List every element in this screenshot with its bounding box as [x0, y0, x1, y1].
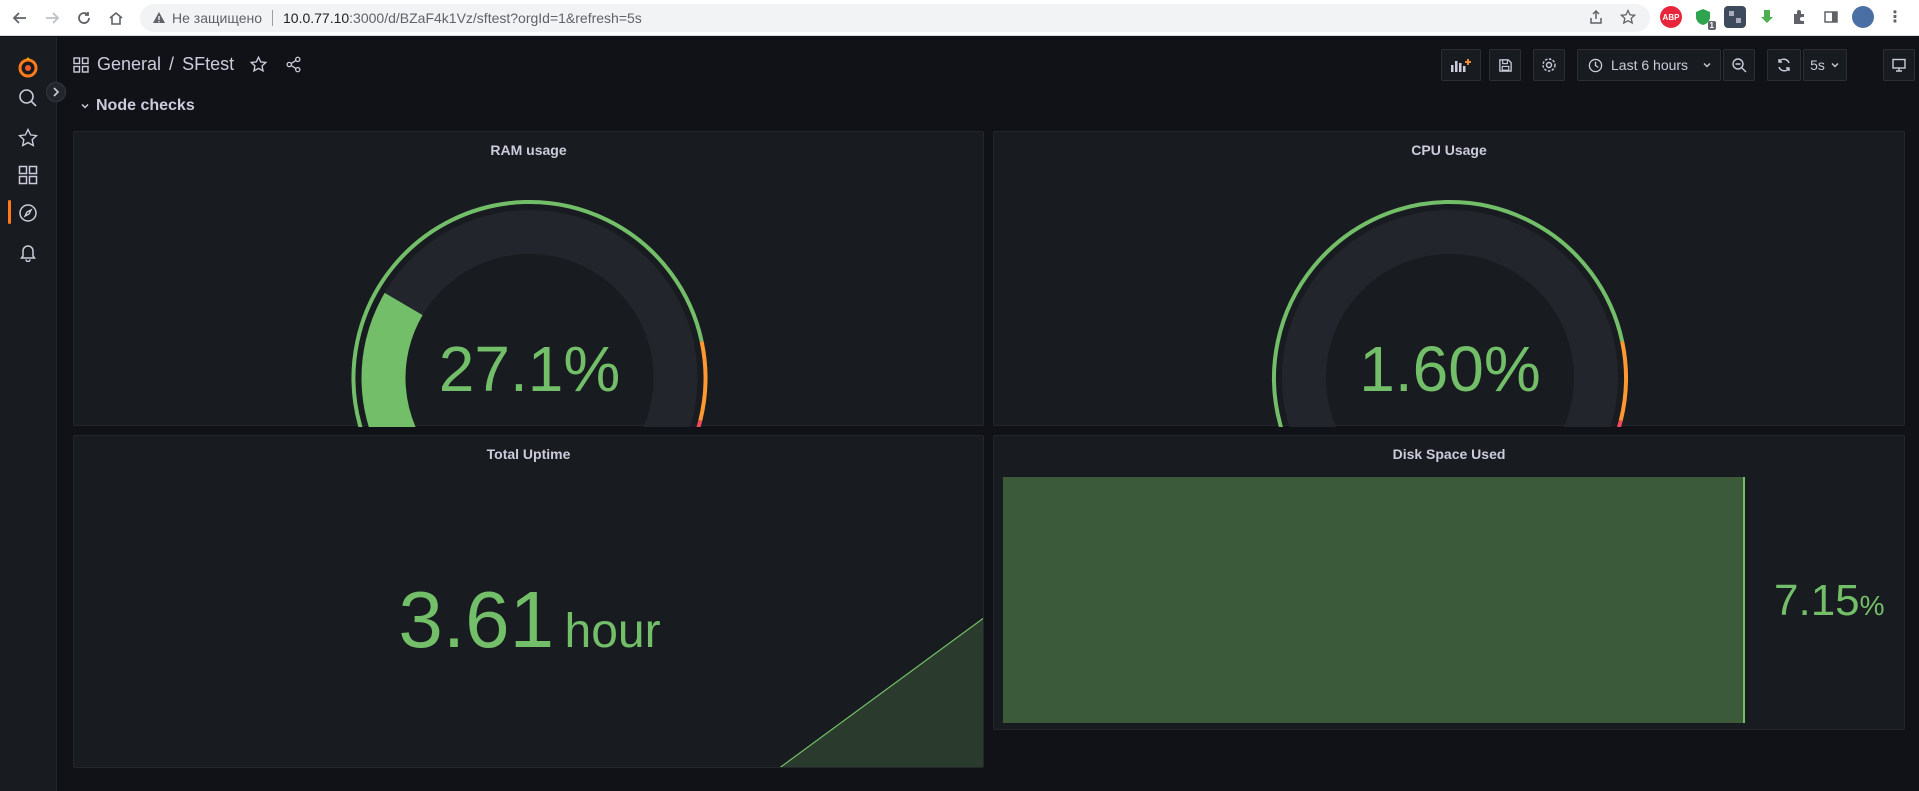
- disk-value-group: 7.15%: [1774, 576, 1885, 626]
- refresh-interval-picker[interactable]: 5s: [1803, 49, 1847, 81]
- favorite-star-icon[interactable]: [250, 56, 268, 73]
- chevron-down-icon: [1831, 63, 1839, 68]
- back-icon[interactable]: [6, 4, 34, 32]
- dashboard-settings-button[interactable]: [1533, 49, 1565, 81]
- browser-toolbar: Не защищено 10.0.77.10 :3000/d/BZaF4k1Vz…: [0, 0, 1919, 36]
- disk-bar-gauge: [1003, 477, 1745, 723]
- uptime-unit: hour: [564, 605, 661, 658]
- chevron-down-icon: [81, 103, 89, 109]
- cpu-usage-panel[interactable]: CPU Usage 1.60%: [993, 131, 1905, 427]
- address-bar[interactable]: Не защищено 10.0.77.10 :3000/d/BZaF4k1Vz…: [140, 4, 1650, 32]
- profile-avatar[interactable]: [1852, 6, 1874, 28]
- disk-value: 7.15: [1774, 576, 1860, 625]
- bookmark-star-icon[interactable]: [1620, 9, 1636, 25]
- breadcrumb: General / SFtest: [73, 54, 302, 75]
- url-host: 10.0.77.10: [283, 10, 350, 26]
- puzzle-grid-extension[interactable]: [1724, 6, 1746, 28]
- side-panel-icon: [1824, 11, 1838, 23]
- refresh-interval-label: 5s: [1810, 57, 1825, 73]
- forward-icon[interactable]: [38, 4, 66, 32]
- gear-icon: [1542, 58, 1556, 72]
- save-icon: [1498, 58, 1512, 72]
- save-dashboard-button[interactable]: [1489, 49, 1521, 81]
- ram-value: 27.1%: [438, 333, 621, 405]
- extension-badge: 1: [1707, 21, 1716, 30]
- security-label: Не защищено: [172, 10, 262, 26]
- download-arrow-icon: [1761, 10, 1773, 23]
- share-dashboard-icon[interactable]: [285, 56, 302, 73]
- add-panel-button[interactable]: [1441, 49, 1481, 81]
- alerting-bell-icon[interactable]: [14, 238, 42, 266]
- row-title: Node checks: [96, 97, 195, 114]
- insecure-warning[interactable]: Не защищено: [152, 10, 262, 26]
- extensions-menu[interactable]: [1788, 6, 1810, 28]
- explore-compass-icon[interactable]: [14, 199, 42, 227]
- url-divider: [272, 10, 273, 26]
- refresh-button[interactable]: [1767, 49, 1801, 81]
- warning-icon: [153, 12, 165, 23]
- home-icon[interactable]: [102, 4, 130, 32]
- row-header[interactable]: Node checks: [80, 97, 195, 115]
- disk-space-panel[interactable]: Disk Space Used 7.15%: [993, 435, 1905, 730]
- adblock-extension[interactable]: ABP: [1660, 6, 1682, 28]
- disk-unit: %: [1859, 590, 1885, 621]
- time-range-picker[interactable]: Last 6 hours: [1577, 49, 1721, 81]
- monitor-icon: [1892, 58, 1906, 72]
- share-icon[interactable]: [1588, 9, 1604, 25]
- clock-icon: [1588, 58, 1603, 72]
- abp-label: ABP: [1662, 12, 1680, 22]
- side-menu: [0, 37, 57, 791]
- side-panel-toggle[interactable]: [1820, 6, 1842, 28]
- reload-icon[interactable]: [70, 4, 98, 32]
- add-panel-icon: [1451, 59, 1471, 72]
- panel-title: Disk Space Used: [1392, 446, 1506, 462]
- breadcrumb-folder[interactable]: General: [97, 54, 161, 75]
- dashboard-grid-icon: [73, 56, 89, 73]
- cube-icon: [1729, 11, 1741, 23]
- chevron-down-icon: [1703, 63, 1711, 68]
- search-icon[interactable]: [14, 84, 42, 112]
- dashboard-top-nav: General / SFtest Last 6 hours 5s: [57, 37, 1919, 93]
- cycle-view-mode-button[interactable]: [1883, 49, 1915, 81]
- download-extension[interactable]: [1756, 6, 1778, 28]
- total-uptime-panel[interactable]: Total Uptime 3.61 hour: [73, 435, 984, 768]
- ram-usage-panel[interactable]: RAM usage 27.1%: [73, 131, 984, 427]
- active-indicator: [8, 200, 11, 224]
- time-range-label: Last 6 hours: [1611, 57, 1689, 73]
- dashboards-icon[interactable]: [14, 161, 42, 189]
- zoom-out-icon: [1732, 58, 1747, 73]
- puzzle-icon: [1794, 10, 1804, 24]
- uptime-value-group: 3.61 hour: [74, 574, 983, 666]
- shield-extension[interactable]: 1: [1692, 6, 1716, 30]
- cpu-value: 1.60%: [1359, 333, 1541, 405]
- breadcrumb-dashboard-title[interactable]: SFtest: [182, 54, 234, 75]
- refresh-icon: [1778, 58, 1790, 72]
- url-path: :3000/d/BZaF4k1Vz/sftest?orgId=1&refresh…: [349, 10, 642, 26]
- breadcrumb-separator: /: [169, 54, 175, 74]
- zoom-out-button[interactable]: [1723, 49, 1755, 81]
- grafana-logo-icon[interactable]: [14, 53, 42, 81]
- uptime-value: 3.61: [398, 575, 555, 664]
- starred-icon[interactable]: [14, 124, 42, 152]
- browser-menu-icon[interactable]: ⋮: [1884, 6, 1906, 28]
